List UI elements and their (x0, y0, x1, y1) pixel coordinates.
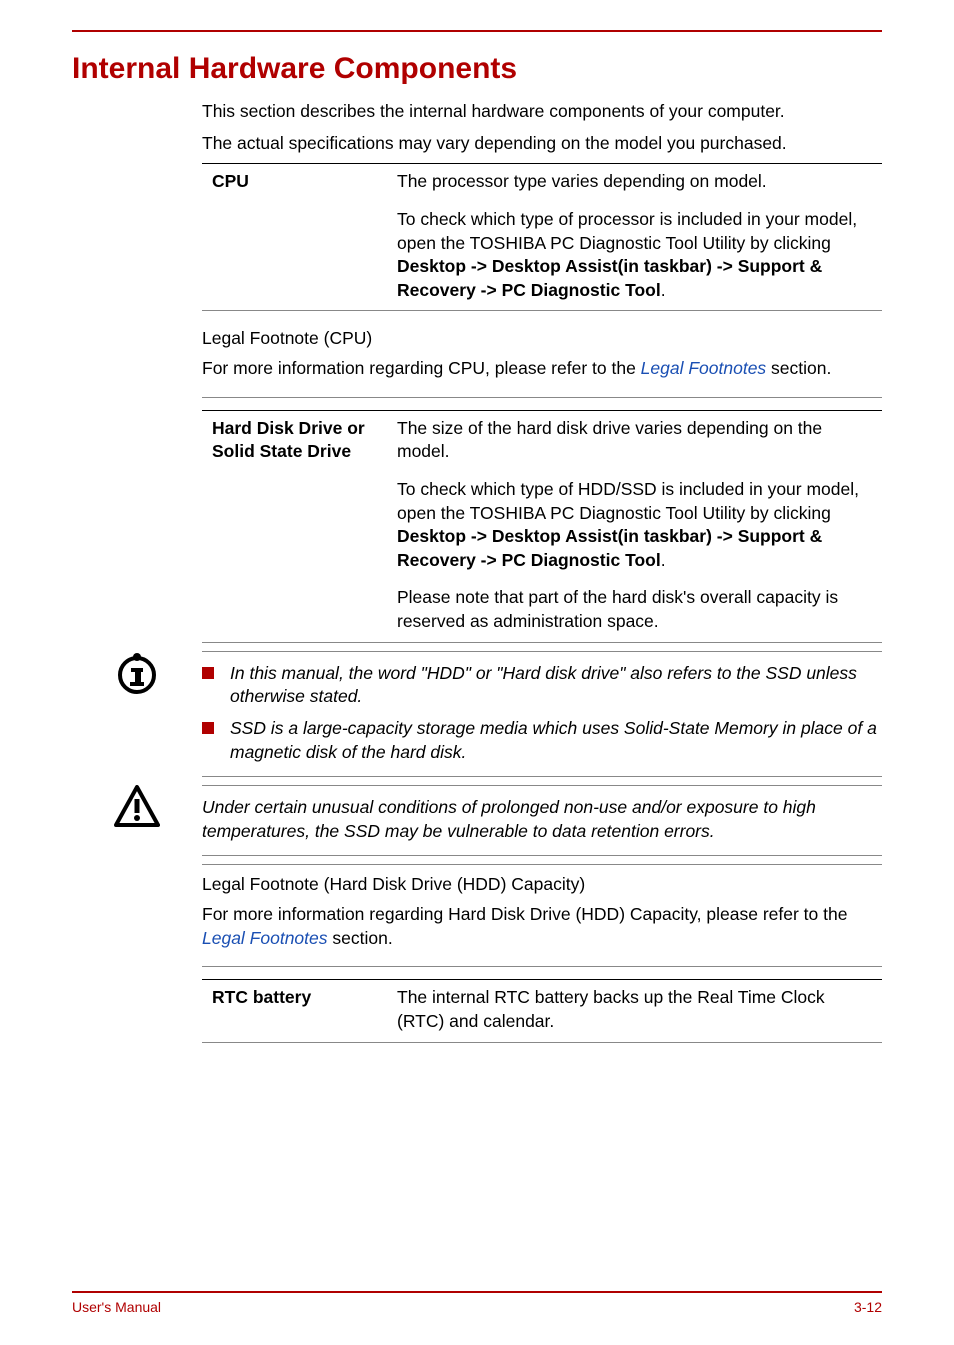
body-content: This section describes the internal hard… (202, 100, 882, 643)
info-icon (72, 651, 202, 695)
rtc-label: RTC battery (202, 980, 397, 1042)
cpu-footnote-title: Legal Footnote (CPU) (202, 327, 882, 351)
cpu-footnote-text-a: For more information regarding CPU, plea… (202, 358, 641, 378)
page: Internal Hardware Components This sectio… (0, 0, 954, 1345)
warning-note-content: Under certain unusual conditions of prol… (202, 785, 882, 856)
page-title: Internal Hardware Components (72, 52, 882, 86)
warning-note: Under certain unusual conditions of prol… (72, 785, 882, 856)
warning-note-text: Under certain unusual conditions of prol… (202, 797, 816, 841)
intro-paragraph-1: This section describes the internal hard… (202, 100, 882, 124)
hdd-footnote: Legal Footnote (Hard Disk Drive (HDD) Ca… (202, 864, 882, 967)
hdd-desc-3: Please note that part of the hard disk's… (397, 580, 882, 642)
bullet-icon (202, 722, 214, 734)
page-footer: User's Manual 3-12 (72, 1291, 882, 1315)
footer-left: User's Manual (72, 1299, 161, 1315)
hdd-footnote-text-b: section. (328, 928, 393, 948)
cpu-label: CPU (202, 164, 397, 202)
footer-right: 3-12 (854, 1299, 882, 1315)
rtc-desc: The internal RTC battery backs up the Re… (397, 980, 882, 1042)
warning-icon (72, 785, 202, 827)
info-note-text-2: SSD is a large-capacity storage media wh… (230, 717, 882, 764)
info-note-item-1: In this manual, the word "HDD" or "Hard … (202, 662, 882, 709)
cpu-footnote-text: For more information regarding CPU, plea… (202, 357, 882, 381)
cpu-desc-2a: To check which type of processor is incl… (397, 209, 857, 253)
hdd-desc-1: The size of the hard disk drive varies d… (397, 410, 882, 472)
hdd-footnote-text: For more information regarding Hard Disk… (202, 903, 882, 950)
rtc-table: RTC battery The internal RTC battery bac… (202, 979, 882, 1042)
hdd-desc-2b: Desktop -> Desktop Assist(in taskbar) ->… (397, 526, 822, 570)
cpu-footnote-link[interactable]: Legal Footnotes (641, 358, 767, 378)
hdd-label: Hard Disk Drive or Solid State Drive (202, 410, 397, 472)
cpu-desc-2: To check which type of processor is incl… (397, 202, 882, 311)
hdd-footnote-text-a: For more information regarding Hard Disk… (202, 904, 847, 924)
hdd-footnote-title: Legal Footnote (Hard Disk Drive (HDD) Ca… (202, 873, 882, 897)
cpu-footnote-text-b: section. (766, 358, 831, 378)
info-note-content: In this manual, the word "HDD" or "Hard … (202, 651, 882, 778)
hdd-table: Hard Disk Drive or Solid State Drive The… (202, 410, 882, 643)
hdd-desc-2a: To check which type of HDD/SSD is includ… (397, 479, 859, 523)
info-note: In this manual, the word "HDD" or "Hard … (72, 651, 882, 778)
hdd-desc-2c: . (661, 550, 666, 570)
cpu-table: CPU The processor type varies depending … (202, 163, 882, 311)
top-rule (72, 30, 882, 32)
bullet-icon (202, 667, 214, 679)
hdd-desc-2: To check which type of HDD/SSD is includ… (397, 472, 882, 581)
cpu-desc-2c: . (661, 280, 666, 300)
cpu-desc-2b: Desktop -> Desktop Assist(in taskbar) ->… (397, 256, 822, 300)
cpu-footnote: Legal Footnote (CPU) For more informatio… (202, 319, 882, 397)
info-note-item-2: SSD is a large-capacity storage media wh… (202, 717, 882, 764)
hdd-footnote-link[interactable]: Legal Footnotes (202, 928, 328, 948)
info-note-text-1: In this manual, the word "HDD" or "Hard … (230, 662, 882, 709)
intro-paragraph-2: The actual specifications may vary depen… (202, 132, 882, 156)
hdd-footnote-wrap: Legal Footnote (Hard Disk Drive (HDD) Ca… (202, 864, 882, 1042)
cpu-desc-1: The processor type varies depending on m… (397, 164, 882, 202)
